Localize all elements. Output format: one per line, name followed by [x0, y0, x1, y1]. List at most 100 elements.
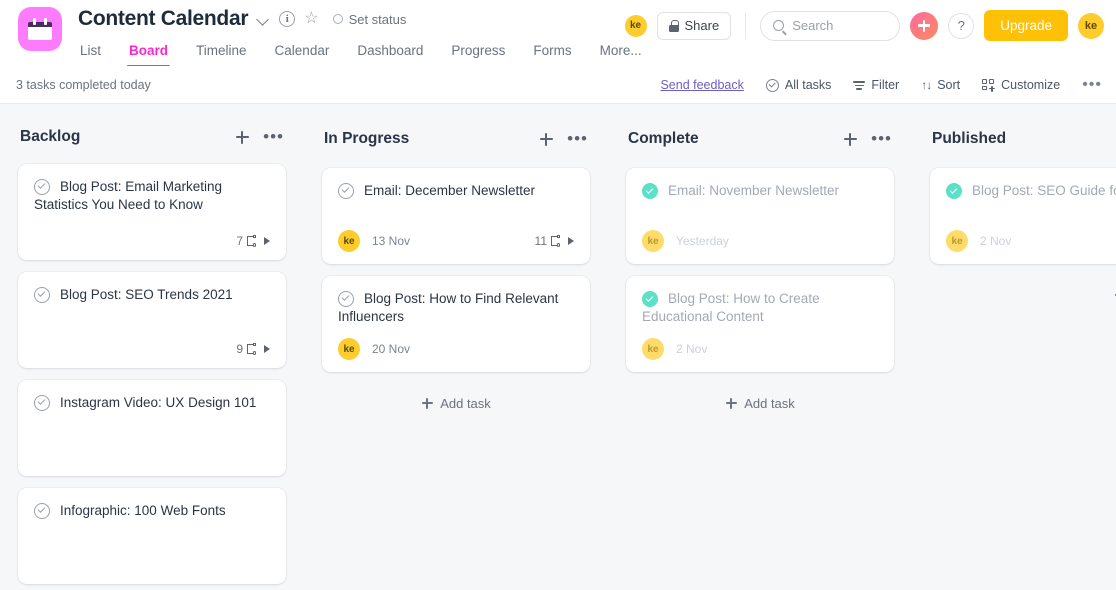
sort-button[interactable]: ↑↓ Sort: [921, 78, 960, 92]
due-date: Yesterday: [676, 234, 729, 248]
task-card[interactable]: Email: December Newsletter ke 13 Nov 11: [322, 168, 590, 264]
subtask-count: 7: [236, 234, 243, 248]
avatar[interactable]: ke: [624, 14, 647, 37]
all-tasks-button[interactable]: All tasks: [765, 78, 832, 92]
expand-subtasks-icon[interactable]: [264, 237, 270, 245]
tab-dashboard[interactable]: Dashboard: [343, 39, 437, 67]
add-task-button[interactable]: Add task: [930, 278, 1116, 312]
complete-task-icon[interactable]: [946, 183, 962, 199]
task-card[interactable]: Blog Post: How to Find Relevant Influenc…: [322, 276, 590, 372]
tab-more[interactable]: More...: [586, 39, 656, 67]
upgrade-button[interactable]: Upgrade: [984, 10, 1068, 41]
task-title: Blog Post: SEO Trends 2021: [60, 287, 233, 302]
task-title: Infographic: 100 Web Fonts: [60, 503, 226, 518]
task-card[interactable]: Blog Post: How to Create Educational Con…: [626, 276, 894, 372]
complete-task-icon[interactable]: [338, 183, 354, 199]
complete-task-icon[interactable]: [34, 503, 50, 519]
column-menu-icon[interactable]: •••: [263, 128, 284, 145]
assignee-avatar[interactable]: ke: [642, 230, 664, 252]
assignee-avatar[interactable]: ke: [338, 338, 360, 360]
add-task-button[interactable]: Add task: [626, 386, 894, 420]
tab-timeline[interactable]: Timeline: [182, 39, 261, 67]
task-card[interactable]: Instagram Video: UX Design 101: [18, 380, 286, 476]
title-block: Content Calendar i ☆ Set status List Boa…: [78, 0, 656, 67]
add-card-icon[interactable]: [535, 128, 557, 150]
subtask-indicator[interactable]: 7: [236, 234, 270, 248]
chevron-down-icon[interactable]: [257, 13, 270, 26]
task-card[interactable]: Blog Post: Email Marketing Statistics Yo…: [18, 164, 286, 260]
card-footer: 9: [34, 332, 270, 356]
filter-icon: [853, 80, 866, 90]
card-footer: ke 13 Nov 11: [338, 220, 574, 252]
complete-task-icon[interactable]: [642, 183, 658, 199]
due-date: 13 Nov: [372, 234, 411, 248]
page-title: Content Calendar: [78, 7, 249, 30]
send-feedback-link[interactable]: Send feedback: [660, 78, 743, 92]
task-title: Blog Post: Email Marketing Statistics Yo…: [34, 179, 223, 212]
calendar-icon: [18, 7, 62, 51]
tab-forms[interactable]: Forms: [519, 39, 585, 67]
column-header: Published: [930, 126, 1116, 152]
plus-icon: [725, 397, 737, 409]
subtask-icon: [247, 235, 260, 247]
subtask-indicator[interactable]: 11: [535, 234, 574, 248]
task-card[interactable]: Email: November Newsletter ke Yesterday: [626, 168, 894, 264]
customize-button[interactable]: Customize: [982, 78, 1060, 92]
tab-list[interactable]: List: [78, 39, 115, 67]
board-column-in-progress: In Progress ••• Email: December Newslett…: [304, 126, 608, 590]
column-menu-icon[interactable]: •••: [871, 130, 892, 147]
tab-board[interactable]: Board: [115, 39, 182, 67]
star-icon[interactable]: ☆: [304, 11, 318, 27]
search-input[interactable]: Search: [760, 10, 901, 41]
card-footer: ke 2 Nov: [642, 328, 878, 360]
tasks-completed-today: 3 tasks completed today: [16, 77, 151, 92]
assignee-avatar[interactable]: ke: [946, 230, 968, 252]
help-icon[interactable]: ?: [948, 12, 975, 39]
column-menu-icon[interactable]: •••: [567, 130, 588, 147]
plus-icon: [421, 397, 433, 409]
status-dot-icon: [332, 14, 343, 24]
toolbar-actions: Send feedback All tasks Filter ↑↓ Sort C…: [660, 66, 1102, 104]
tab-calendar[interactable]: Calendar: [261, 39, 344, 67]
complete-task-icon[interactable]: [642, 291, 658, 307]
share-button[interactable]: Share: [656, 11, 732, 40]
header-actions: ke Share Search ? Upgrade ke: [624, 10, 1104, 41]
task-title: Instagram Video: UX Design 101: [60, 395, 257, 410]
column-title: Complete: [628, 130, 699, 147]
subtask-indicator[interactable]: 9: [236, 342, 270, 356]
tab-progress[interactable]: Progress: [437, 39, 519, 67]
due-date: 2 Nov: [980, 234, 1012, 248]
add-card-icon[interactable]: [231, 126, 253, 148]
expand-subtasks-icon[interactable]: [568, 237, 574, 245]
task-card[interactable]: Blog Post: SEO Trends 2021 9: [18, 272, 286, 368]
assignee-avatar[interactable]: ke: [338, 230, 360, 252]
add-task-label: Add task: [744, 395, 795, 411]
more-options-icon[interactable]: •••: [1082, 77, 1102, 93]
task-card[interactable]: Infographic: 100 Web Fonts: [18, 488, 286, 584]
add-task-button[interactable]: Add task: [322, 386, 590, 420]
column-title: Backlog: [20, 128, 81, 145]
add-task-label: Add task: [440, 395, 491, 411]
task-card[interactable]: Blog Post: SEO Guide for B ke 2 Nov: [930, 168, 1116, 264]
subtask-icon: [551, 235, 564, 247]
complete-task-icon[interactable]: [34, 179, 50, 195]
board-column-complete: Complete ••• Email: November Newsletter …: [608, 126, 912, 590]
filter-button[interactable]: Filter: [853, 78, 899, 92]
assignee-avatar[interactable]: ke: [642, 338, 664, 360]
complete-task-icon[interactable]: [34, 287, 50, 303]
complete-task-icon[interactable]: [338, 291, 354, 307]
task-title: Email: December Newsletter: [364, 183, 536, 198]
add-card-icon[interactable]: [839, 128, 861, 150]
search-placeholder: Search: [792, 18, 834, 33]
info-icon[interactable]: i: [279, 11, 296, 27]
share-button-label: Share: [684, 18, 720, 33]
customize-label: Customize: [1001, 78, 1061, 92]
profile-avatar[interactable]: ke: [1078, 12, 1104, 39]
create-new-button[interactable]: [910, 11, 939, 40]
task-title: Email: November Newsletter: [668, 183, 840, 198]
board-column-backlog: Backlog ••• Blog Post: Email Marketing S…: [0, 126, 304, 590]
complete-task-icon[interactable]: [34, 395, 50, 411]
all-tasks-label: All tasks: [784, 78, 832, 92]
expand-subtasks-icon[interactable]: [264, 345, 270, 353]
set-status-button[interactable]: Set status: [332, 12, 406, 27]
